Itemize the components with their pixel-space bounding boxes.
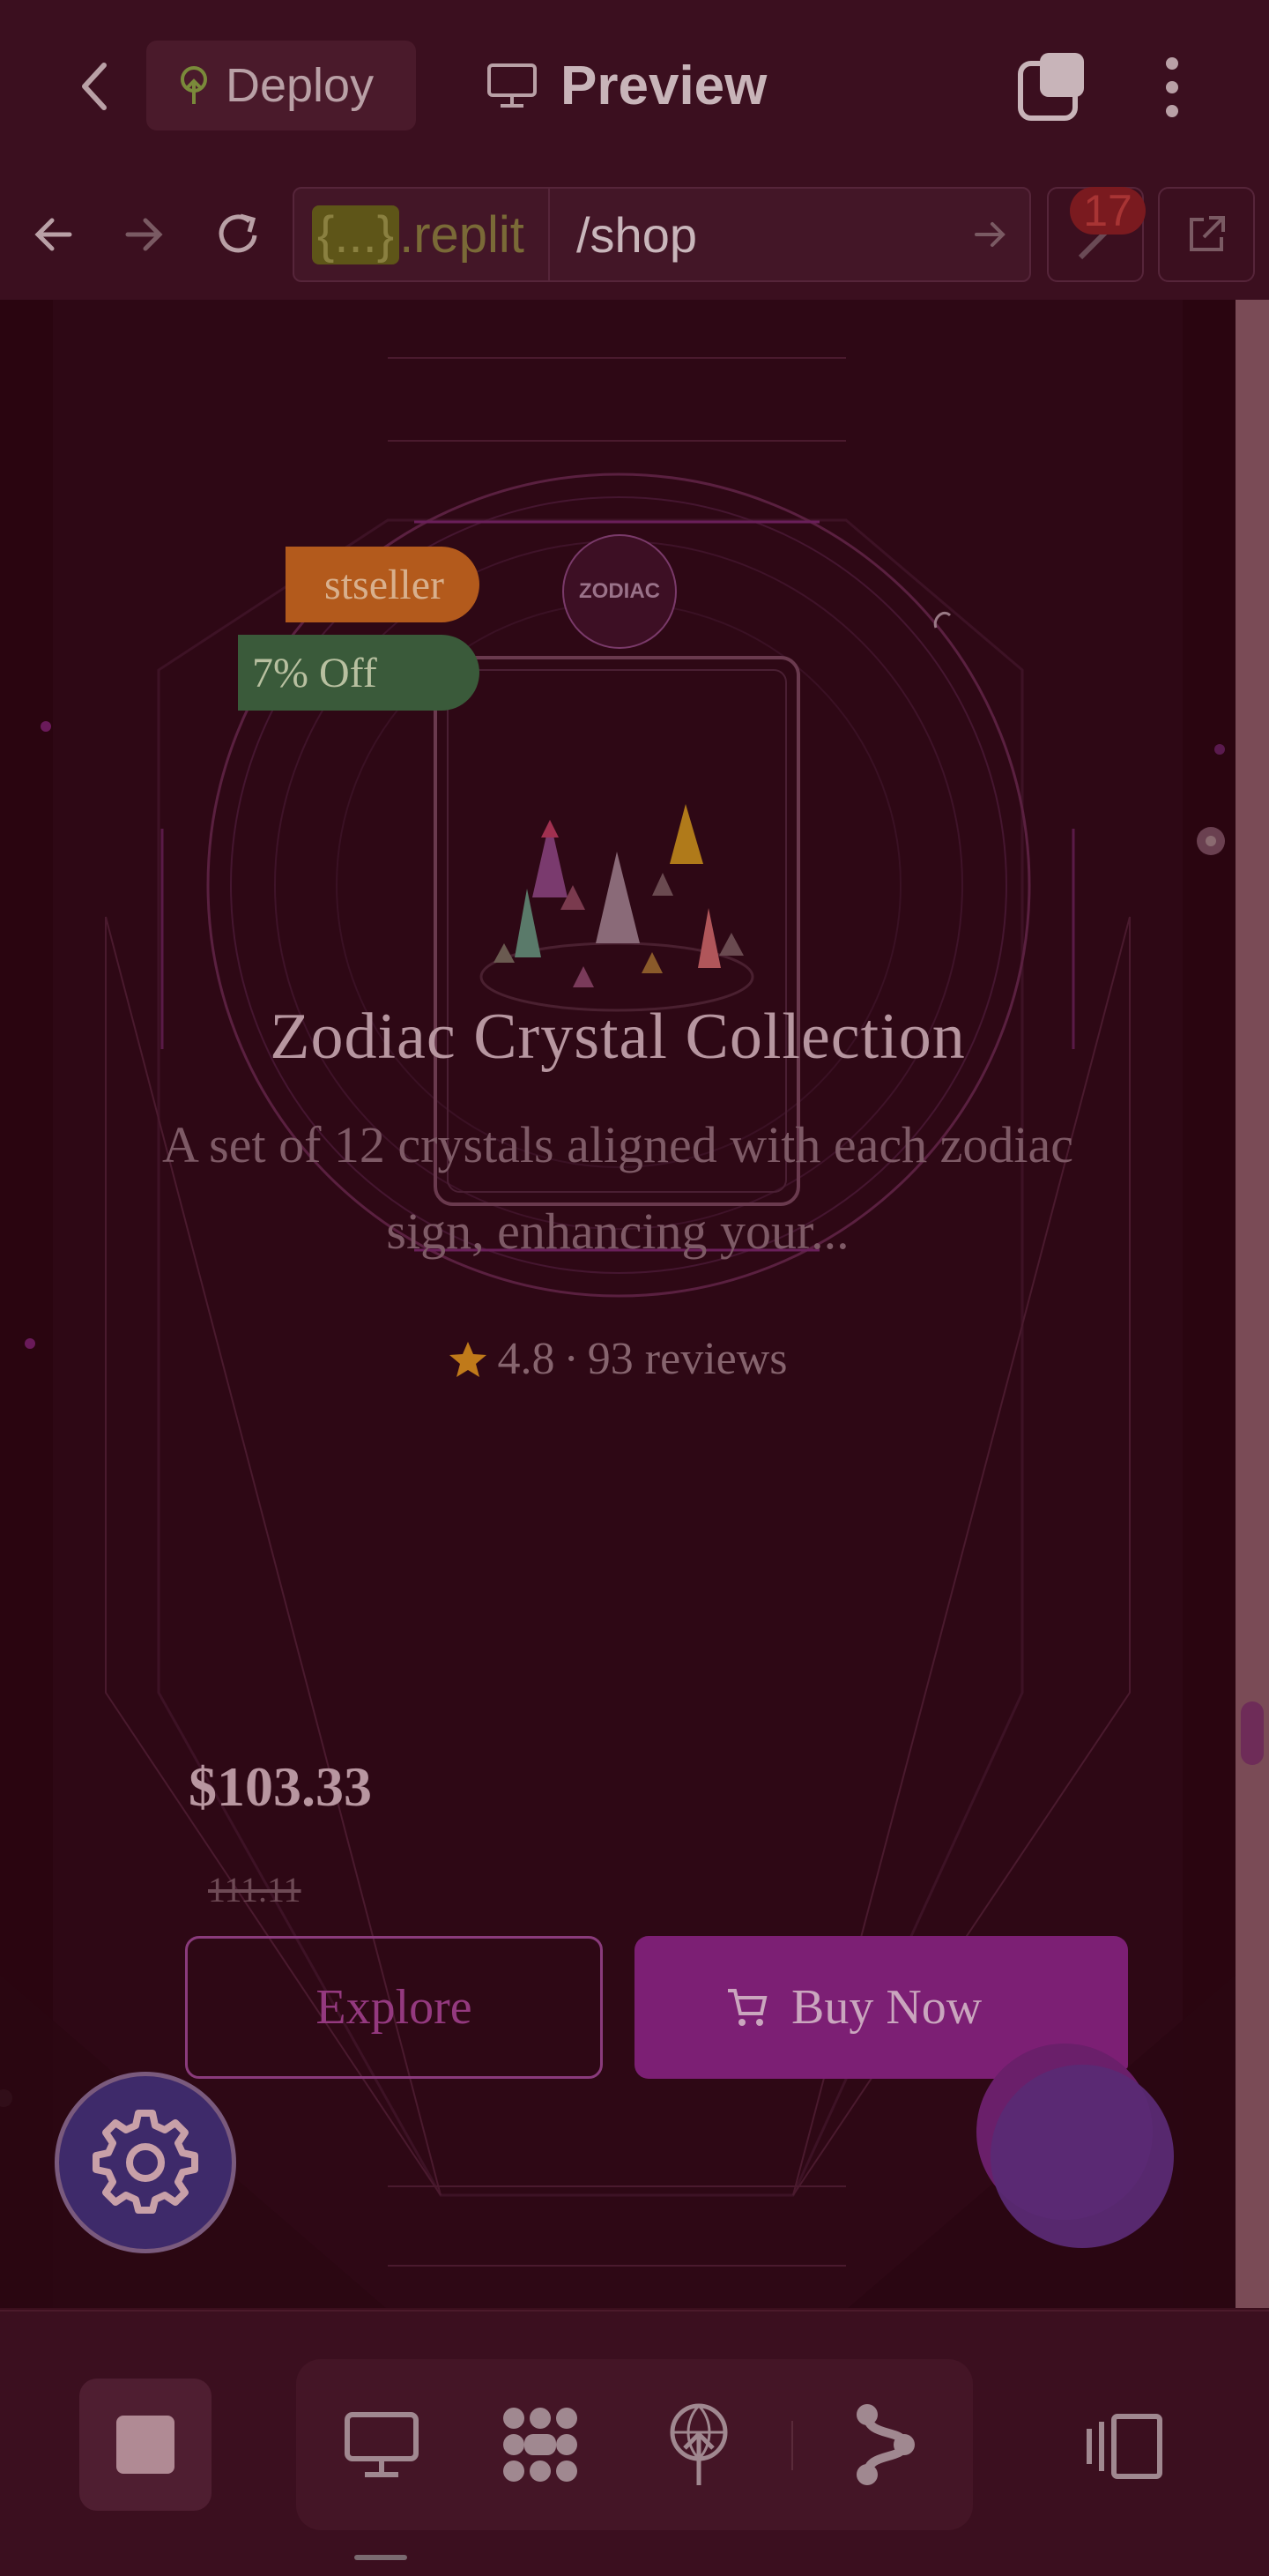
- tool-deploy[interactable]: [650, 2396, 747, 2493]
- url-path: /shop: [576, 206, 697, 263]
- split-panel-button[interactable]: [1075, 2398, 1172, 2495]
- rating-separator: ·: [563, 1334, 579, 1384]
- panel-icon: [1087, 2414, 1162, 2479]
- home-indicator: [354, 2555, 407, 2560]
- rating-value: 4.8: [497, 1334, 555, 1384]
- product-rating: 4.8 · 93 reviews: [0, 1333, 1236, 1385]
- browser-back-button[interactable]: [18, 199, 88, 270]
- external-link-icon: [1190, 216, 1225, 251]
- discount-badge: 7% Off: [238, 635, 479, 711]
- url-host: {...} .replit: [312, 201, 524, 268]
- scroll-thumb[interactable]: [1241, 1701, 1264, 1765]
- url-divider: [548, 189, 550, 280]
- stop-icon: [116, 2416, 174, 2474]
- preview-label: Preview: [560, 55, 768, 116]
- tool-workflows[interactable]: [492, 2396, 589, 2493]
- more-options-button[interactable]: [1146, 48, 1198, 127]
- preview-scrollbar[interactable]: [1236, 300, 1269, 2308]
- deploy-label: Deploy: [226, 59, 375, 112]
- more-vertical-icon: [1166, 57, 1178, 117]
- deploy-icon: [670, 2403, 728, 2485]
- tool-preview[interactable]: [333, 2396, 430, 2493]
- monitor-icon: [345, 2412, 419, 2477]
- settings-button[interactable]: [55, 2072, 236, 2253]
- wishlist-icon[interactable]: [931, 605, 961, 639]
- url-host-rest: .replit: [399, 205, 524, 264]
- arrow-right-icon: [125, 218, 163, 251]
- chevron-left-icon: [82, 63, 107, 110]
- tool-agent[interactable]: [837, 2396, 934, 2493]
- reload-icon: [219, 213, 257, 253]
- tabs-icon: [1018, 53, 1084, 121]
- network-icon: [503, 2408, 577, 2482]
- url-host-highlight: {...}: [312, 205, 400, 264]
- gear-icon: [93, 2110, 198, 2214]
- back-button[interactable]: [56, 49, 130, 123]
- error-count-badge: 17: [1070, 186, 1146, 235]
- url-field[interactable]: {...} .replit /shop: [293, 187, 1031, 282]
- product-description: A set of 12 crystals aligned with each z…: [161, 1116, 1073, 1260]
- zodiac-badge: ZODIAC: [562, 534, 677, 649]
- arrow-left-icon: [34, 218, 72, 251]
- stop-button[interactable]: [79, 2379, 212, 2511]
- tabs-button[interactable]: [1013, 48, 1093, 127]
- star-icon: [449, 1341, 487, 1377]
- deploy-icon: [181, 66, 207, 104]
- deploy-button[interactable]: Deploy: [146, 41, 416, 130]
- go-icon[interactable]: [964, 208, 1017, 261]
- open-new-tab-button[interactable]: [1158, 187, 1255, 282]
- tool-divider: [791, 2421, 793, 2470]
- browser-forward-button[interactable]: [109, 199, 180, 270]
- chat-bubble-button[interactable]: [973, 2044, 1184, 2255]
- review-count: 93 reviews: [587, 1334, 788, 1384]
- reload-button[interactable]: [203, 199, 273, 270]
- share-node-icon: [857, 2404, 915, 2485]
- tab-preview[interactable]: Preview: [486, 41, 767, 130]
- product-title: Zodiac Crystal Collection: [270, 1001, 966, 1073]
- preview-pane: stseller 7% Off ZODIAC Zodiac Crystal Co…: [0, 300, 1236, 2308]
- monitor-icon: [487, 63, 537, 108]
- bestseller-badge: stseller: [286, 547, 479, 622]
